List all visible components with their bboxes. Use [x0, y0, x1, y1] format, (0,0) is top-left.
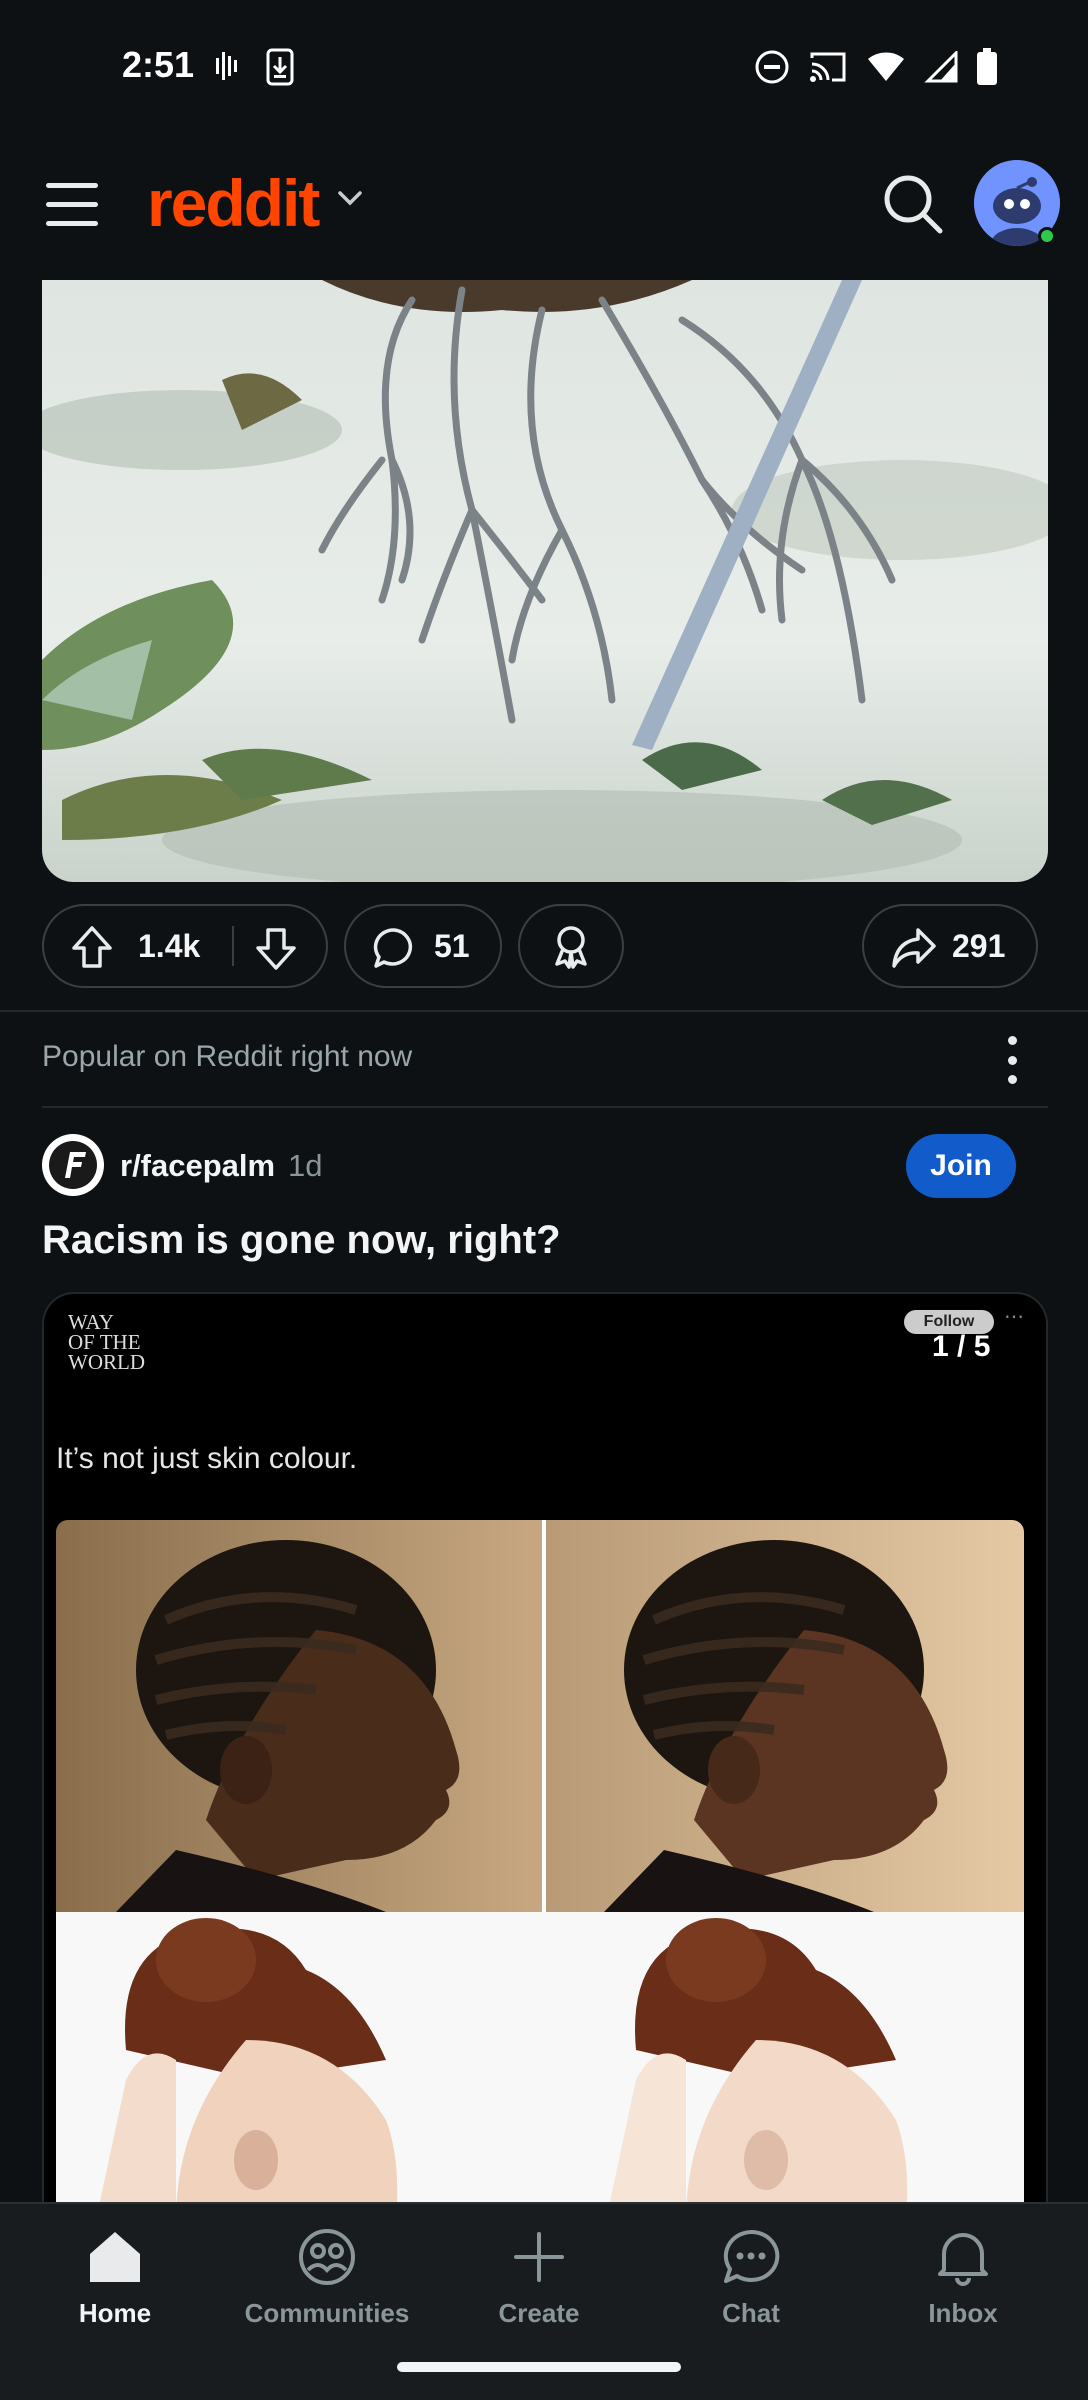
online-status-dot [1038, 227, 1056, 245]
nav-chat[interactable]: Chat [656, 2224, 846, 2344]
nav-label: Inbox [928, 2298, 998, 2328]
nav-home[interactable]: Home [20, 2224, 210, 2344]
reddit-logo[interactable]: reddit [147, 165, 320, 241]
award-button[interactable] [518, 904, 624, 988]
share-icon [892, 928, 936, 968]
nav-label: Chat [722, 2298, 780, 2328]
home-icon [90, 2232, 140, 2282]
chat-icon [723, 2229, 780, 2283]
media-caption: It’s not just skin colour. [56, 1442, 358, 1475]
subreddit-name[interactable]: r/facepalm [120, 1148, 275, 1184]
plus-icon [514, 2232, 564, 2282]
comments-button[interactable]: 51 [344, 904, 502, 988]
download-icon [266, 48, 294, 86]
status-bar: 2:51 [0, 0, 1088, 135]
upvote-count: 1.4k [138, 928, 201, 964]
post-age: 1d [288, 1148, 323, 1183]
comment-count: 51 [434, 928, 470, 964]
section-label: Popular on Reddit right now [42, 1040, 413, 1073]
search-icon[interactable] [880, 171, 946, 237]
nav-inbox[interactable]: Inbox [868, 2224, 1058, 2344]
comment-icon [373, 928, 412, 968]
divider [42, 1106, 1048, 1108]
more-icon: ⋯ [1004, 1306, 1024, 1328]
award-icon [555, 926, 587, 969]
more-options-icon[interactable] [1000, 1036, 1024, 1084]
app-header: reddit [0, 135, 1088, 280]
page-counter: 1 / 5 [932, 1330, 991, 1363]
downvote-icon[interactable] [254, 926, 298, 972]
share-count: 291 [952, 928, 1006, 964]
subreddit-icon[interactable] [42, 1134, 104, 1196]
cast-icon [810, 52, 846, 82]
vote-bar: 1.4k [42, 904, 328, 988]
dnd-icon [755, 50, 789, 84]
upvote-icon[interactable] [70, 924, 114, 970]
voicemail-icon [216, 52, 237, 80]
communities-icon [299, 2229, 355, 2285]
post-image[interactable] [42, 280, 1048, 882]
bell-icon [938, 2233, 988, 2286]
nav-create[interactable]: Create [444, 2224, 634, 2344]
divider [0, 1010, 1088, 1012]
signal-icon [924, 51, 958, 83]
home-indicator[interactable] [397, 2362, 681, 2372]
post-title[interactable]: Racism is gone now, right? [42, 1218, 561, 1263]
nav-label: Create [498, 2298, 580, 2328]
share-button[interactable]: 291 [862, 904, 1038, 988]
nav-label: Home [78, 2298, 152, 2328]
wifi-icon [868, 52, 904, 81]
post-media[interactable]: WAY OF THE WORLD Follow ⋯ 1 / 5 It’s not j… [42, 1292, 1048, 2202]
battery-icon [977, 48, 997, 85]
menu-button[interactable] [46, 183, 98, 227]
nav-communities[interactable]: Communities [232, 2224, 422, 2344]
status-time: 2:51 [122, 44, 195, 85]
join-button[interactable]: Join [906, 1134, 1016, 1198]
photo-grid [56, 1520, 1024, 2202]
source-logo: WAY OF THE WORLD [68, 1310, 145, 1374]
nav-label: Communities [244, 2298, 410, 2328]
chevron-down-icon[interactable] [336, 189, 364, 209]
